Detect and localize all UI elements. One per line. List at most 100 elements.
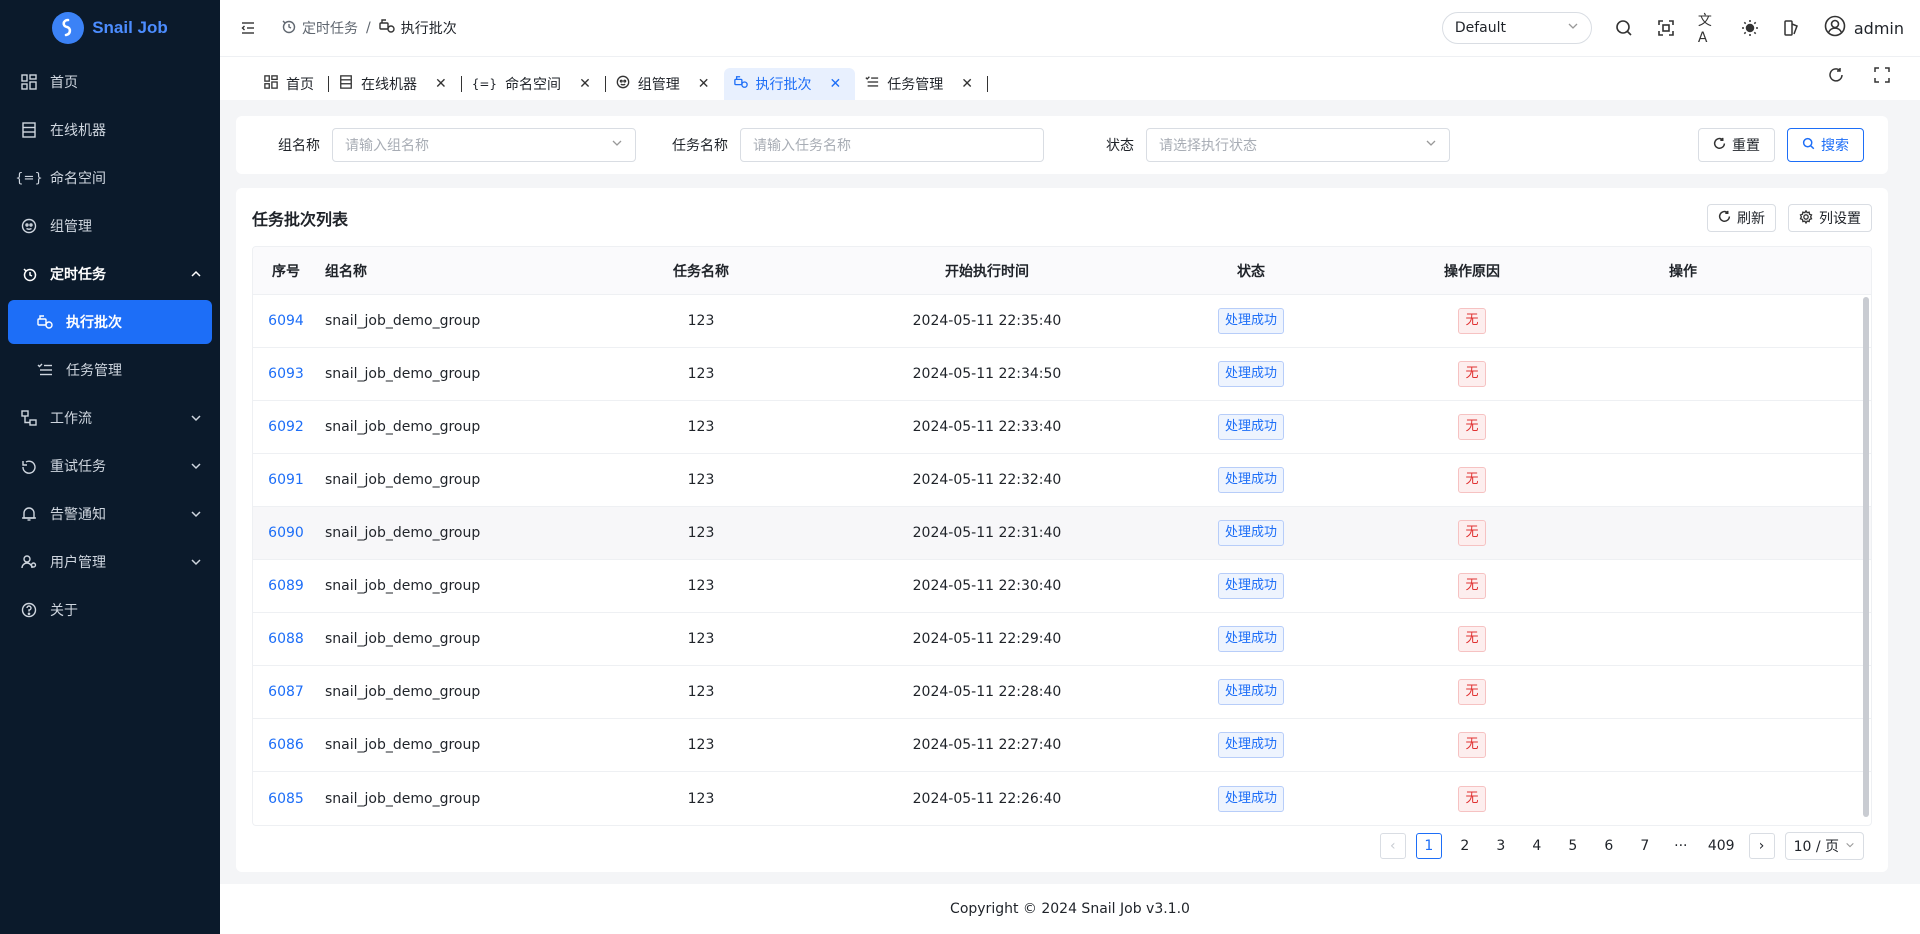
- page-number[interactable]: 409: [1704, 833, 1739, 859]
- prev-page-button[interactable]: ‹: [1379, 833, 1406, 859]
- sidebar-item-home[interactable]: 首页: [8, 60, 212, 104]
- theme-select[interactable]: Default: [1441, 12, 1592, 44]
- close-icon[interactable]: ✕: [961, 76, 973, 92]
- batch-id-link[interactable]: 6086: [268, 737, 304, 753]
- sidebar-item-namespace[interactable]: {=} 命名空间: [8, 156, 212, 200]
- page-number[interactable]: 3: [1488, 833, 1514, 859]
- table-scrollbar[interactable]: [1863, 297, 1869, 817]
- group-name-select[interactable]: 请输入组名称: [332, 128, 636, 162]
- column-header-group[interactable]: 组名称: [319, 261, 569, 281]
- chevron-up-icon: [190, 268, 202, 280]
- sidebar-item-groups[interactable]: 组管理: [8, 204, 212, 248]
- sidebar-item-label: 重试任务: [50, 459, 106, 475]
- sidebar-item-retry[interactable]: 重试任务: [8, 444, 212, 488]
- page-number[interactable]: 5: [1560, 833, 1586, 859]
- sidebar-item-workflow[interactable]: 工作流: [8, 396, 212, 440]
- language-icon[interactable]: 文A: [1698, 13, 1718, 46]
- batch-table-card: 任务批次列表 刷新 列设置 序号 组名称 任务名称 开始执行时间 状态 操作原因: [236, 188, 1888, 872]
- page-number[interactable]: 4: [1524, 833, 1550, 859]
- reason-badge: 无: [1458, 785, 1486, 812]
- snail-logo-icon: [52, 12, 85, 44]
- table-row: 6090 snail_job_demo_group 123 2024-05-11 22…: [253, 507, 1871, 560]
- app-name: Snail Job: [92, 18, 168, 37]
- breadcrumb-label: 定时任务: [302, 21, 358, 37]
- column-header-reason[interactable]: 操作原因: [1361, 261, 1583, 281]
- reason-badge: 无: [1458, 414, 1486, 440]
- status-select[interactable]: 请选择执行状态: [1146, 128, 1450, 162]
- batch-id-link[interactable]: 6093: [268, 366, 304, 382]
- page-number[interactable]: 6: [1596, 833, 1622, 859]
- column-header-start-time[interactable]: 开始执行时间: [833, 261, 1141, 281]
- task-name-input[interactable]: 请输入任务名称: [740, 128, 1044, 162]
- breadcrumb-item-execution-batch[interactable]: 执行批次: [379, 18, 457, 38]
- tab-label: 在线机器: [361, 77, 417, 93]
- column-settings-button[interactable]: 列设置: [1788, 204, 1872, 232]
- column-header-id[interactable]: 序号: [253, 261, 319, 281]
- next-page-button[interactable]: ›: [1748, 833, 1775, 859]
- reason-badge: 无: [1458, 573, 1486, 599]
- tab-label: 命名空间: [505, 77, 562, 93]
- batch-id-link[interactable]: 6085: [268, 791, 304, 807]
- sun-icon[interactable]: [1740, 18, 1760, 38]
- batch-id-link[interactable]: 6094: [268, 313, 304, 329]
- theme-select-value: Default: [1454, 20, 1507, 36]
- batch-id-link[interactable]: 6088: [268, 631, 304, 647]
- fullscreen-icon[interactable]: [1874, 67, 1890, 87]
- fullscreen-icon[interactable]: [1656, 18, 1676, 38]
- batch-id-link[interactable]: 6092: [268, 419, 304, 435]
- group-name-cell: snail_job_demo_group: [325, 578, 481, 594]
- sidebar-item-users[interactable]: 用户管理: [8, 540, 212, 584]
- search-button[interactable]: 搜索: [1787, 128, 1864, 162]
- column-header-actions[interactable]: 操作: [1583, 261, 1783, 281]
- column-header-status[interactable]: 状态: [1141, 261, 1361, 281]
- sidebar-item-machines[interactable]: 在线机器: [8, 108, 212, 152]
- task-name-cell: 123: [687, 366, 715, 382]
- breadcrumb-label: 执行批次: [400, 21, 457, 37]
- page-size-select[interactable]: 10 / 页: [1784, 832, 1864, 860]
- menu-collapse-icon[interactable]: [236, 16, 260, 40]
- page-number[interactable]: 1: [1415, 833, 1442, 859]
- batch-id-link[interactable]: 6089: [268, 578, 304, 594]
- dashboard-icon: [264, 75, 278, 93]
- tab-namespace[interactable]: {=} 命名空间 ✕: [462, 68, 605, 100]
- sidebar-item-execution-batch[interactable]: 执行批次: [8, 300, 212, 344]
- breadcrumb-item-scheduled-tasks[interactable]: 定时任务: [280, 18, 358, 38]
- tab-groups[interactable]: 组管理 ✕: [606, 68, 724, 100]
- column-header-task[interactable]: 任务名称: [569, 261, 833, 281]
- close-icon[interactable]: ✕: [435, 76, 447, 92]
- batch-id-link[interactable]: 6090: [268, 525, 304, 541]
- sidebar-item-scheduled-tasks[interactable]: 定时任务: [8, 252, 212, 296]
- table-row: 6093 snail_job_demo_group 123 2024-05-11 22…: [253, 348, 1871, 401]
- braces-icon: {=}: [15, 170, 43, 186]
- close-icon[interactable]: ✕: [698, 76, 710, 92]
- sidebar-item-about[interactable]: 关于: [8, 588, 212, 632]
- close-icon[interactable]: ✕: [830, 76, 842, 92]
- refresh-button[interactable]: 刷新: [1707, 204, 1776, 232]
- table-body: 6094 snail_job_demo_group 123 2024-05-11 22…: [253, 295, 1871, 825]
- tab-execution-batch[interactable]: 执行批次 ✕: [723, 68, 856, 100]
- page-ellipsis[interactable]: ···: [1668, 833, 1694, 859]
- status-badge: 处理成功: [1217, 732, 1284, 758]
- user-menu[interactable]: admin: [1824, 15, 1904, 41]
- status-placeholder: 请选择执行状态: [1159, 138, 1257, 154]
- tab-machines[interactable]: 在线机器 ✕: [329, 68, 461, 100]
- reset-button[interactable]: 重置: [1698, 128, 1775, 162]
- batch-id-link[interactable]: 6091: [268, 472, 304, 488]
- page-number[interactable]: 7: [1632, 833, 1658, 859]
- reload-icon[interactable]: [1828, 67, 1844, 87]
- close-icon[interactable]: ✕: [579, 76, 591, 92]
- reason-badge: 无: [1458, 679, 1486, 705]
- search-icon[interactable]: [1614, 18, 1634, 38]
- theme-config-icon[interactable]: [1782, 18, 1802, 38]
- table-header-row: 序号 组名称 任务名称 开始执行时间 状态 操作原因 操作: [253, 247, 1871, 295]
- group-name-cell: snail_job_demo_group: [325, 419, 481, 435]
- sidebar-item-task-management[interactable]: 任务管理: [8, 348, 212, 392]
- page-number[interactable]: 2: [1452, 833, 1478, 859]
- app-logo[interactable]: Snail Job: [0, 0, 220, 56]
- batch-icon: [379, 18, 395, 38]
- chevron-down-icon: [1425, 137, 1437, 153]
- sidebar-item-alerts[interactable]: 告警通知: [8, 492, 212, 536]
- tab-task-management[interactable]: 任务管理 ✕: [855, 68, 987, 100]
- tab-home[interactable]: 首页: [254, 68, 328, 100]
- batch-id-link[interactable]: 6087: [268, 684, 304, 700]
